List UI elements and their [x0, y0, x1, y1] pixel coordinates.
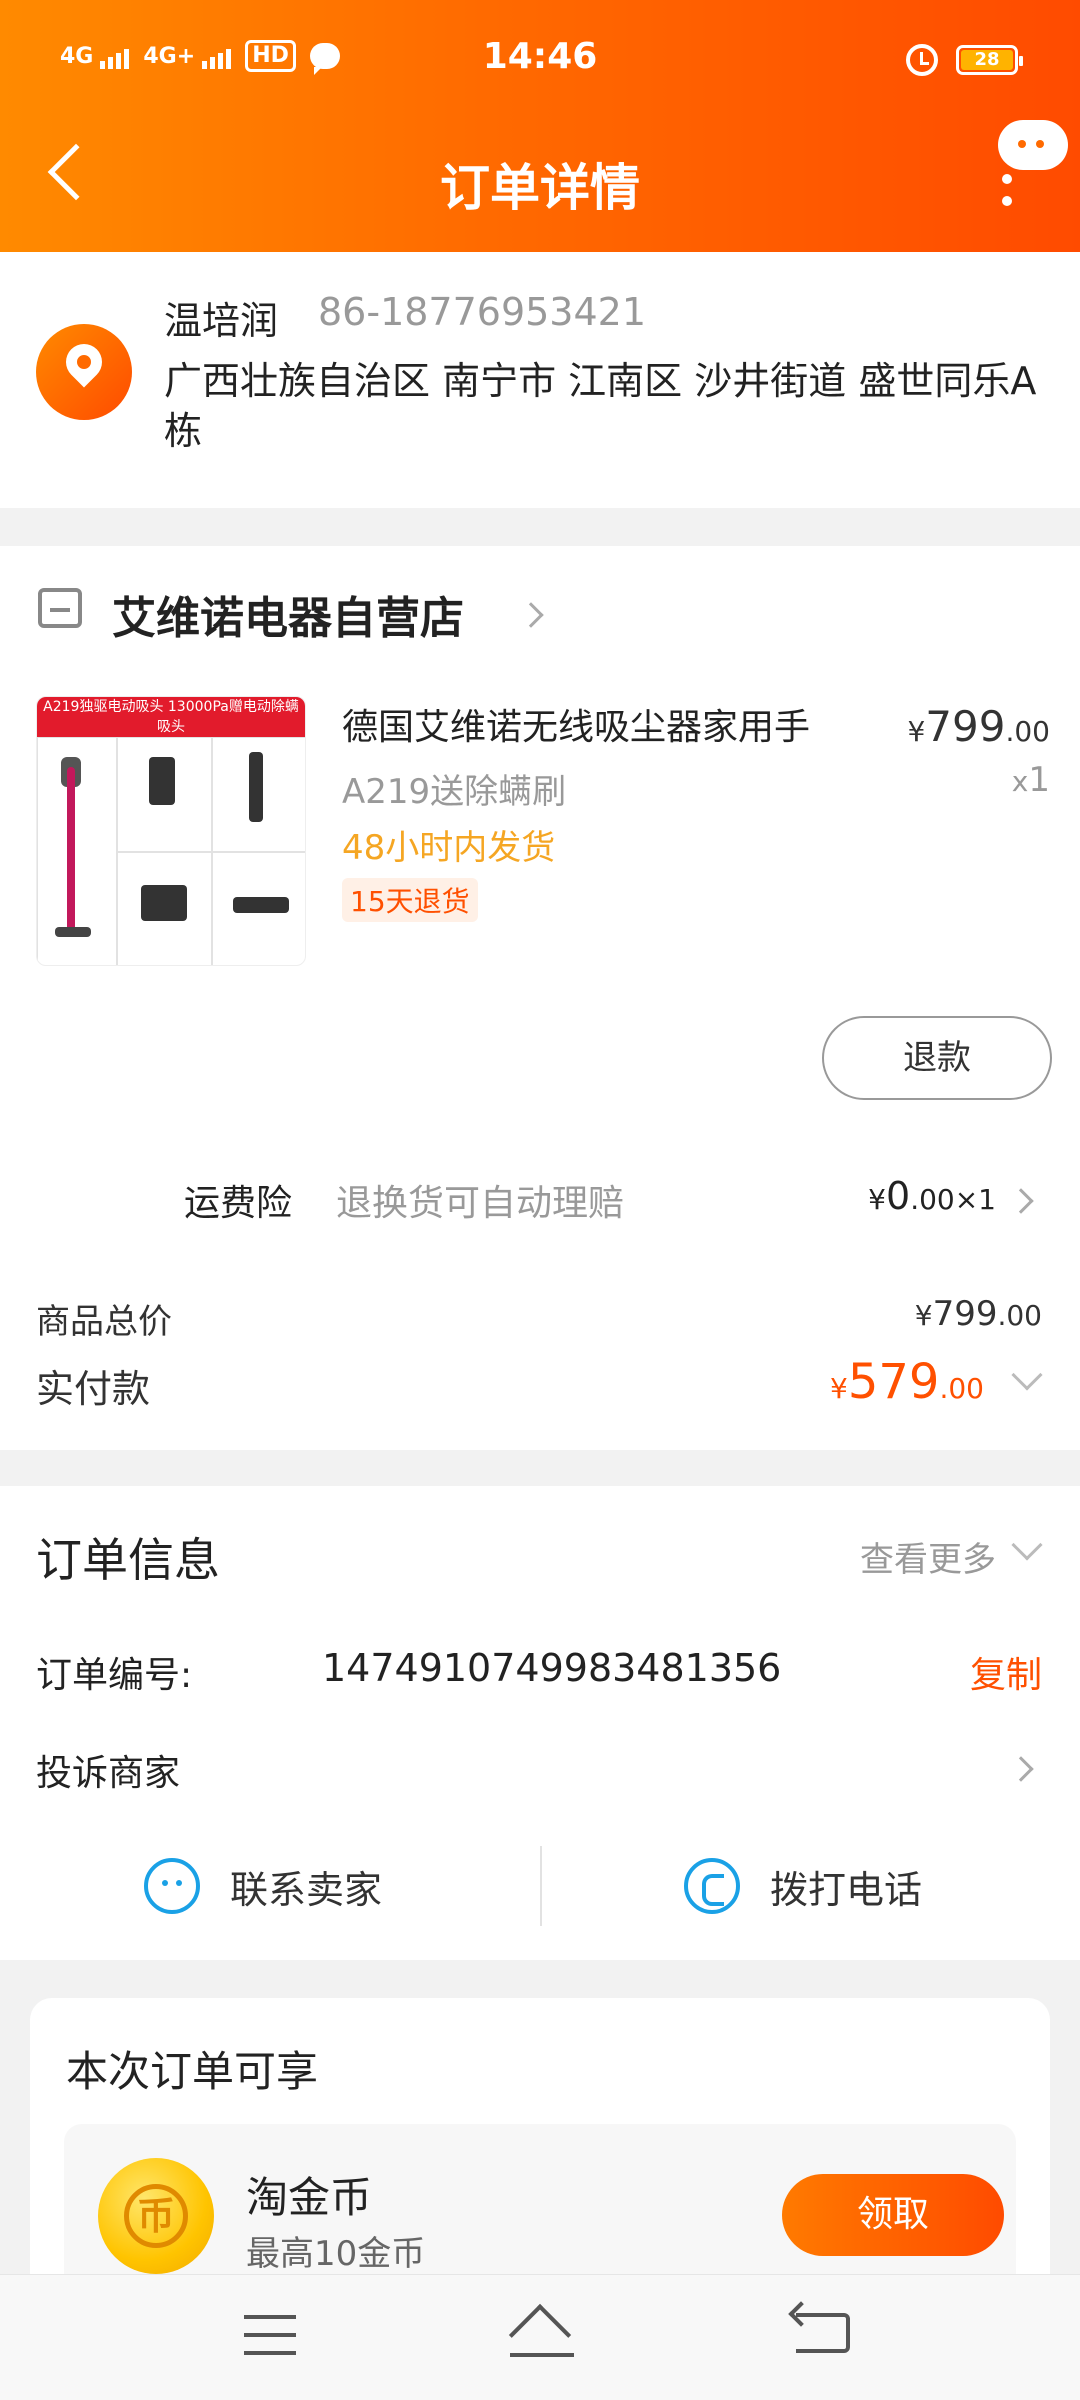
- coin-name: 淘金币: [246, 2173, 373, 2222]
- goods-currency: ¥: [914, 1299, 933, 1332]
- product-price: ¥799.00: [907, 702, 1050, 751]
- ins-int: 0: [886, 1174, 911, 1218]
- product-image-banner: A219独驱电动吸头 13000Pa赠电动除螨吸头: [37, 697, 305, 737]
- price-dec: .00: [1005, 715, 1050, 748]
- goods-total-label: 商品总价: [36, 1302, 172, 1342]
- paid-int: 579: [847, 1354, 940, 1410]
- chevron-down-icon[interactable]: [1011, 1359, 1043, 1391]
- back-icon[interactable]: [796, 2313, 850, 2353]
- chevron-right-icon[interactable]: [1008, 1756, 1034, 1782]
- shop-name[interactable]: 艾维诺电器自营店: [112, 582, 464, 646]
- message-bubble-icon[interactable]: [998, 120, 1068, 170]
- recipient-name: 温培润: [164, 299, 279, 343]
- alarm-icon: [906, 44, 938, 76]
- refund-button[interactable]: 退款: [822, 1016, 1052, 1100]
- qty-value: 1: [1028, 760, 1050, 800]
- home-icon[interactable]: [506, 2307, 578, 2363]
- contact-seller-button[interactable]: 联系卖家: [144, 1854, 382, 1918]
- paid-dec: .00: [939, 1372, 984, 1405]
- chevron-right-icon[interactable]: [518, 602, 544, 628]
- location-pin-icon: [36, 324, 132, 420]
- order-number-label: 订单编号:: [36, 1655, 193, 1696]
- product-quantity: x1: [1012, 760, 1050, 800]
- shipping-note: 48小时内发货: [342, 828, 556, 868]
- recipient-address: 广西壮族自治区 南宁市 江南区 沙井街道 盛世同乐A栋: [164, 359, 1037, 453]
- product-image[interactable]: A219独驱电动吸头 13000Pa赠电动除螨吸头: [36, 696, 306, 966]
- battery-level: 28: [961, 50, 1013, 70]
- chevron-right-icon[interactable]: [1008, 1188, 1034, 1214]
- paid-currency: ¥: [830, 1372, 848, 1405]
- claim-button[interactable]: 领取: [782, 2174, 1004, 2256]
- coin-subtitle: 最高10金币: [246, 2234, 426, 2274]
- return-policy-badge: 15天退货: [342, 878, 478, 922]
- more-dots-icon[interactable]: [1002, 174, 1012, 184]
- price-currency: ¥: [907, 715, 926, 748]
- goods-int: 799: [932, 1294, 998, 1334]
- status-right: 28: [906, 44, 1023, 76]
- page-title: 订单详情: [440, 159, 640, 217]
- order-info-title: 订单信息: [36, 1533, 220, 1587]
- address-card[interactable]: 温培润 86-18776953421 广西壮族自治区 南宁市 江南区 沙井街道 …: [0, 252, 1080, 508]
- view-more-link[interactable]: 查看更多: [860, 1532, 996, 1581]
- contact-seller-label: 联系卖家: [230, 1867, 383, 1912]
- goods-total-value: ¥799.00: [915, 1294, 1042, 1334]
- insurance-label: 运费险: [184, 1183, 293, 1224]
- order-info-card: 订单信息 查看更多 订单编号: 1474910749983481356 复制 投…: [0, 1486, 1080, 1960]
- battery-icon: 28: [956, 45, 1023, 75]
- phone-icon: [684, 1858, 740, 1914]
- call-label: 拨打电话: [770, 1867, 923, 1912]
- paid-label: 实付款: [36, 1367, 151, 1411]
- order-card: 艾维诺电器自营店 A219独驱电动吸头 13000Pa赠电动除螨吸头 德国艾维诺…: [0, 546, 1080, 1450]
- benefit-title: 本次订单可享: [66, 2047, 319, 2096]
- order-number: 1474910749983481356: [322, 1646, 782, 1690]
- coin-glyph: 币: [124, 2184, 188, 2248]
- top-header: 4G 4G+ HD 14:46 28 订单详情: [0, 0, 1080, 252]
- status-bar: 4G 4G+ HD 14:46 28: [0, 0, 1080, 124]
- insurance-desc: 退换货可自动理赔: [336, 1183, 625, 1224]
- store-icon: [38, 588, 82, 628]
- chevron-down-icon[interactable]: [1011, 1529, 1043, 1561]
- gold-coin-icon: 币: [98, 2158, 214, 2274]
- qty-prefix: x: [1011, 765, 1029, 798]
- ins-currency: ¥: [868, 1183, 886, 1216]
- chat-icon: [144, 1858, 200, 1914]
- menu-icon[interactable]: [244, 2315, 296, 2355]
- complain-merchant[interactable]: 投诉商家: [36, 1744, 180, 1796]
- product-title[interactable]: 德国艾维诺无线吸尘器家用手: [342, 698, 810, 750]
- paid-value: ¥579.00: [830, 1354, 984, 1410]
- copy-button[interactable]: 复制: [970, 1646, 1042, 1698]
- recipient-phone: 86-18776953421: [318, 290, 647, 334]
- price-int: 799: [925, 702, 1006, 751]
- goods-dec: .00: [997, 1299, 1042, 1332]
- insurance-price: ¥0.00×1: [868, 1174, 996, 1218]
- divider: [540, 1846, 542, 1926]
- product-spec: A219送除螨刷: [342, 772, 567, 812]
- ins-mult: ×1: [954, 1183, 996, 1216]
- ins-dec: .00: [910, 1183, 955, 1216]
- call-button[interactable]: 拨打电话: [684, 1854, 922, 1918]
- system-nav-bar: [0, 2274, 1080, 2400]
